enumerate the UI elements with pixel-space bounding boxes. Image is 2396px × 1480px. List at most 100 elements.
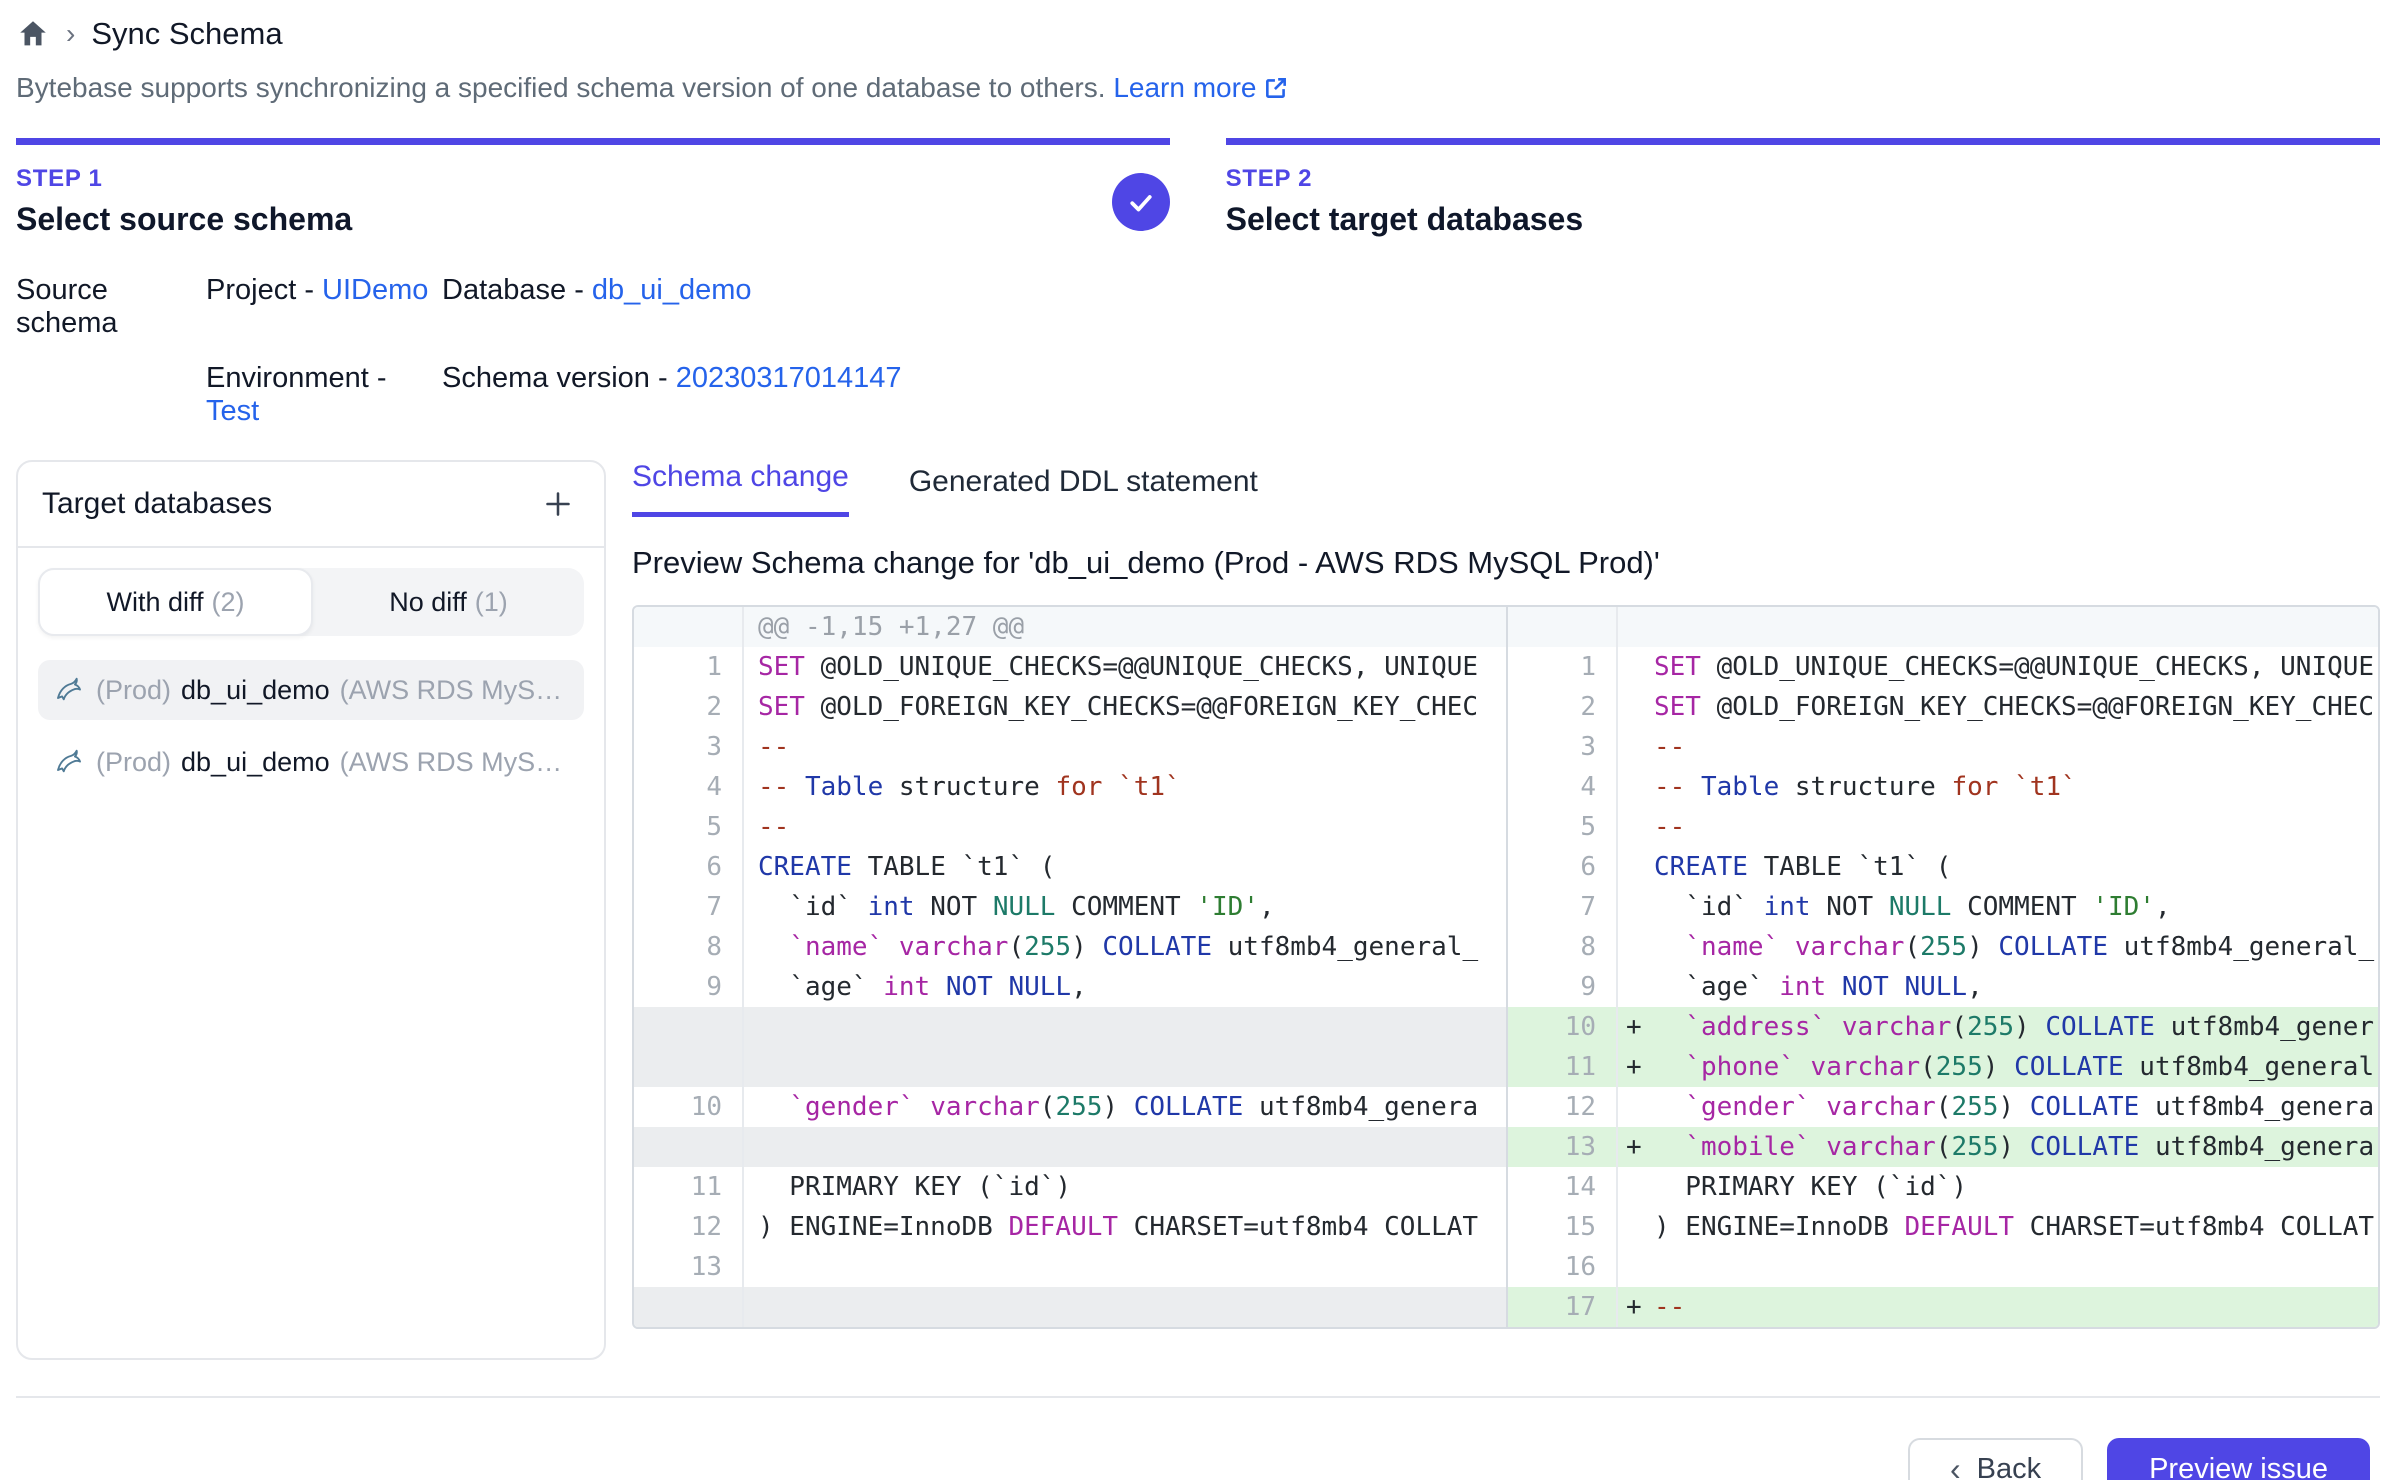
target-database-item-1[interactable]: (Prod)db_ui_demo(AWS RDS MyS… bbox=[38, 660, 584, 720]
diff-row: 13+ `mobile` varchar(255) COLLATE utf8mb… bbox=[634, 1127, 2378, 1167]
diff-add-marker bbox=[1618, 847, 1654, 887]
preview-title: Preview Schema change for 'db_ui_demo (P… bbox=[632, 545, 2380, 581]
tab-with-diff[interactable]: With diff(2) bbox=[38, 568, 313, 636]
diff-code-line bbox=[744, 1047, 1506, 1087]
diff-code-line: SET @OLD_UNIQUE_CHECKS=@@UNIQUE_CHECKS, … bbox=[1654, 647, 2378, 687]
line-number-new bbox=[1508, 607, 1618, 647]
diff-code-line bbox=[744, 1287, 1506, 1327]
line-number-old: 5 bbox=[634, 807, 744, 847]
step-2-title: Select target databases bbox=[1226, 201, 1584, 238]
diff-row: 10 `gender` varchar(255) COLLATE utf8mb4… bbox=[634, 1087, 2378, 1127]
diff-row: 3--3-- bbox=[634, 727, 2378, 767]
diff-code-line bbox=[744, 1007, 1506, 1047]
database-link[interactable]: db_ui_demo bbox=[592, 274, 752, 306]
diff-code-line bbox=[744, 1127, 1506, 1167]
diff-row: 6CREATE TABLE `t1` (6CREATE TABLE `t1` ( bbox=[634, 847, 2378, 887]
diff-code-line: `name` varchar(255) COLLATE utf8mb4_gene… bbox=[744, 927, 1506, 967]
breadcrumb: › Sync Schema bbox=[16, 12, 2380, 56]
target-database-item-2[interactable]: (Prod)db_ui_demo(AWS RDS MyS… bbox=[38, 732, 584, 792]
line-number-new: 8 bbox=[1508, 927, 1618, 967]
step-2: STEP 2 Select target databases bbox=[1226, 138, 2380, 238]
target-database-list: (Prod)db_ui_demo(AWS RDS MyS… (Prod)db_ui… bbox=[38, 660, 584, 792]
diff-add-marker: + bbox=[1618, 1007, 1654, 1047]
diff-code-line: @@ -1,15 +1,27 @@ bbox=[744, 607, 1506, 647]
learn-more-link[interactable]: Learn more bbox=[1113, 72, 1288, 103]
target-databases-title: Target databases bbox=[42, 487, 272, 521]
diff-filter-tabs: With diff(2) No diff(1) bbox=[38, 568, 584, 636]
diff-add-marker bbox=[1618, 967, 1654, 1007]
line-number-old: 12 bbox=[634, 1207, 744, 1247]
target-databases-panel: Target databases With diff(2) No diff(1) bbox=[16, 460, 606, 1360]
tab-schema-change[interactable]: Schema change bbox=[632, 460, 849, 517]
sync-schema-page: › Sync Schema Bytebase supports synchron… bbox=[0, 0, 2396, 1480]
line-number-old bbox=[634, 1127, 744, 1167]
page-description: Bytebase supports synchronizing a specif… bbox=[16, 72, 2380, 108]
diff-code-line: -- bbox=[1654, 727, 2378, 767]
line-number-new: 6 bbox=[1508, 847, 1618, 887]
diff-code-line bbox=[744, 1247, 1506, 1287]
source-field-schema-version: Schema version - 20230317014147 bbox=[442, 362, 2380, 395]
line-number-new: 11 bbox=[1508, 1047, 1618, 1087]
diff-code-line: `mobile` varchar(255) COLLATE utf8mb4_ge… bbox=[1654, 1127, 2378, 1167]
diff-code-line: ) ENGINE=InnoDB DEFAULT CHARSET=utf8mb4 … bbox=[744, 1207, 1506, 1247]
diff-row: 5--5-- bbox=[634, 807, 2378, 847]
diff-add-marker bbox=[1618, 1087, 1654, 1127]
diff-code-line: -- Table structure for `t1` bbox=[744, 767, 1506, 807]
diff-code-line: PRIMARY KEY (`id`) bbox=[744, 1167, 1506, 1207]
line-number-old: 8 bbox=[634, 927, 744, 967]
line-number-new: 17 bbox=[1508, 1287, 1618, 1327]
add-target-database-button[interactable] bbox=[536, 482, 580, 526]
db-instance: (AWS RDS MyS… bbox=[340, 747, 563, 778]
line-number-new: 9 bbox=[1508, 967, 1618, 1007]
diff-code-line: -- Table structure for `t1` bbox=[1654, 767, 2378, 807]
db-environment: (Prod) bbox=[96, 747, 171, 778]
diff-code-line: `phone` varchar(255) COLLATE utf8mb4_gen… bbox=[1654, 1047, 2378, 1087]
chevron-right-icon: › bbox=[66, 18, 75, 50]
line-number-new: 10 bbox=[1508, 1007, 1618, 1047]
diff-code-line: -- bbox=[744, 727, 1506, 767]
source-field-project: Project - UIDemo bbox=[206, 274, 442, 307]
diff-code-line bbox=[1654, 1247, 2378, 1287]
diff-row: 11 PRIMARY KEY (`id`)14 PRIMARY KEY (`id… bbox=[634, 1167, 2378, 1207]
diff-code-line: SET @OLD_FOREIGN_KEY_CHECKS=@@FOREIGN_KE… bbox=[1654, 687, 2378, 727]
diff-code-line: `gender` varchar(255) COLLATE utf8mb4_ge… bbox=[744, 1087, 1506, 1127]
diff-row: 1 SET @OLD_UNIQUE_CHECKS=@@UNIQUE_CHECKS,… bbox=[634, 647, 2378, 687]
diff-add-marker bbox=[1618, 1247, 1654, 1287]
line-number-new: 4 bbox=[1508, 767, 1618, 807]
line-number-old: 4 bbox=[634, 767, 744, 807]
step-1-label: STEP 1 bbox=[16, 165, 352, 193]
source-schema-label: Source schema bbox=[16, 274, 206, 340]
preview-issue-button[interactable]: Preview issue bbox=[2107, 1438, 2370, 1480]
diff-code-line: `address` varchar(255) COLLATE utf8mb4_g… bbox=[1654, 1007, 2378, 1047]
tab-generated-ddl[interactable]: Generated DDL statement bbox=[909, 465, 1258, 517]
diff-add-marker: + bbox=[1618, 1287, 1654, 1327]
project-link[interactable]: UIDemo bbox=[322, 274, 428, 306]
line-number-new: 5 bbox=[1508, 807, 1618, 847]
line-number-new: 2 bbox=[1508, 687, 1618, 727]
diff-row: @@ -1,15 +1,27 @@ bbox=[634, 607, 2378, 647]
line-number-old bbox=[634, 1007, 744, 1047]
diff-add-marker bbox=[1618, 927, 1654, 967]
diff-row: 17+-- bbox=[634, 1287, 2378, 1327]
home-icon[interactable] bbox=[16, 17, 50, 51]
diff-row: 7 `id` int NOT NULL COMMENT 'ID',7 `id` … bbox=[634, 887, 2378, 927]
diff-code-line: `gender` varchar(255) COLLATE utf8mb4_ge… bbox=[1654, 1087, 2378, 1127]
line-number-new: 16 bbox=[1508, 1247, 1618, 1287]
line-number-new: 1 bbox=[1508, 647, 1618, 687]
line-number-new: 14 bbox=[1508, 1167, 1618, 1207]
diff-add-marker bbox=[1618, 647, 1654, 687]
schema-version-link[interactable]: 20230317014147 bbox=[676, 362, 902, 394]
db-environment: (Prod) bbox=[96, 675, 171, 706]
diff-code-line: CREATE TABLE `t1` ( bbox=[1654, 847, 2378, 887]
back-button[interactable]: ‹ Back bbox=[1908, 1438, 2083, 1480]
diff-add-marker: + bbox=[1618, 1127, 1654, 1167]
step-2-label: STEP 2 bbox=[1226, 165, 1584, 193]
tab-no-diff[interactable]: No diff(1) bbox=[313, 568, 584, 636]
check-icon bbox=[1126, 187, 1156, 217]
diff-add-marker bbox=[1618, 1167, 1654, 1207]
environment-link[interactable]: Test bbox=[206, 395, 259, 427]
diff-code-line: ) ENGINE=InnoDB DEFAULT CHARSET=utf8mb4 … bbox=[1654, 1207, 2378, 1247]
description-text: Bytebase supports synchronizing a specif… bbox=[16, 72, 1106, 103]
diff-view[interactable]: @@ -1,15 +1,27 @@1 SET @OLD_UNIQUE_CHECKS… bbox=[632, 605, 2380, 1329]
source-schema-summary: Source schema Project - UIDemo Database … bbox=[16, 274, 2380, 428]
